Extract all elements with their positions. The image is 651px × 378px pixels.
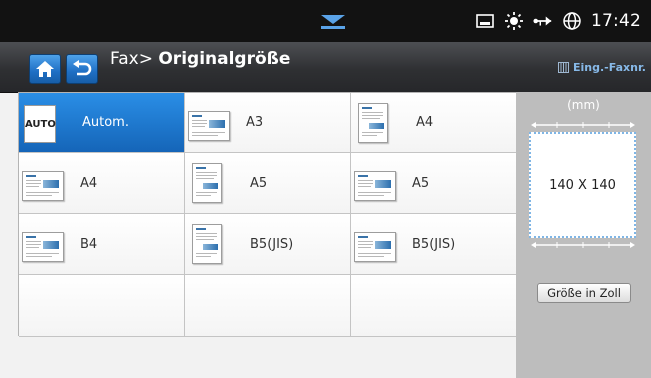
size-preview-panel: (mm) 140 X 140 Größe in Zoll — [516, 92, 651, 378]
size-options-grid: AUTO Autom. A3 A4 A4 A5 A5 B4 B5(JIS) B5(JIS) — [18, 92, 517, 337]
size-option-label: B5(JIS) — [250, 236, 294, 252]
empty-cell — [185, 275, 351, 337]
size-option-label: A4 — [416, 115, 434, 130]
size-in-inches-button[interactable]: Größe in Zoll — [537, 283, 631, 303]
size-option-label: Autom. — [82, 115, 129, 130]
fax-number-button[interactable]: Eing.-Faxnr. — [558, 61, 646, 74]
empty-cell — [19, 275, 185, 337]
size-preview-box: 140 X 140 — [529, 132, 636, 238]
clock: 17:42 — [591, 11, 641, 31]
network-icon — [533, 11, 553, 31]
landscape-document-icon — [22, 224, 64, 264]
landscape-document-icon — [188, 103, 230, 143]
page-name: Originalgröße — [158, 49, 291, 69]
size-option[interactable]: A4 — [351, 93, 517, 153]
portrait-document-icon — [188, 224, 228, 264]
fax-number-icon — [558, 62, 569, 73]
auto-size-icon: AUTO — [22, 103, 62, 143]
portrait-document-icon — [354, 102, 394, 143]
pull-down-icon[interactable] — [320, 14, 346, 30]
back-arrow-icon — [73, 60, 92, 76]
page-title: Fax> Originalgröße — [110, 49, 290, 69]
fax-number-label: Eing.-Faxnr. — [573, 61, 646, 74]
size-option[interactable]: A5 — [351, 153, 517, 214]
size-option[interactable]: B4 — [19, 214, 185, 275]
status-bar: 17:42 — [0, 0, 651, 42]
unit-label: (mm) — [567, 98, 600, 112]
size-option-label: B4 — [80, 236, 98, 252]
breadcrumb: Fax> — [110, 49, 153, 69]
sun-icon — [504, 11, 524, 31]
landscape-document-icon — [22, 163, 64, 203]
status-icons: 17:42 — [475, 0, 641, 42]
globe-icon — [562, 11, 582, 31]
size-option[interactable]: B5(JIS) — [185, 214, 351, 275]
title-bar — [0, 42, 651, 93]
height-ruler — [531, 242, 635, 248]
auto-icon-label: AUTO — [25, 118, 56, 130]
back-button[interactable] — [66, 54, 98, 84]
size-option[interactable]: A3 — [185, 93, 351, 153]
size-option-label: A4 — [80, 175, 98, 191]
size-option[interactable]: A4 — [19, 153, 185, 214]
size-option[interactable]: B5(JIS) — [351, 214, 517, 275]
landscape-document-icon — [354, 163, 396, 203]
size-option-label: A3 — [246, 115, 264, 130]
home-icon — [36, 61, 54, 77]
size-option-label: B5(JIS) — [412, 236, 456, 252]
size-option[interactable]: AUTO Autom. — [19, 93, 185, 153]
home-button[interactable] — [29, 54, 61, 84]
empty-cell — [351, 275, 517, 337]
tray-icon — [475, 11, 495, 31]
size-option-label: A5 — [250, 175, 268, 191]
size-option[interactable]: A5 — [185, 153, 351, 214]
portrait-document-icon — [188, 163, 228, 203]
size-option-label: A5 — [412, 175, 430, 191]
width-ruler — [531, 122, 635, 128]
landscape-document-icon — [354, 224, 396, 264]
size-value: 140 X 140 — [549, 177, 616, 193]
